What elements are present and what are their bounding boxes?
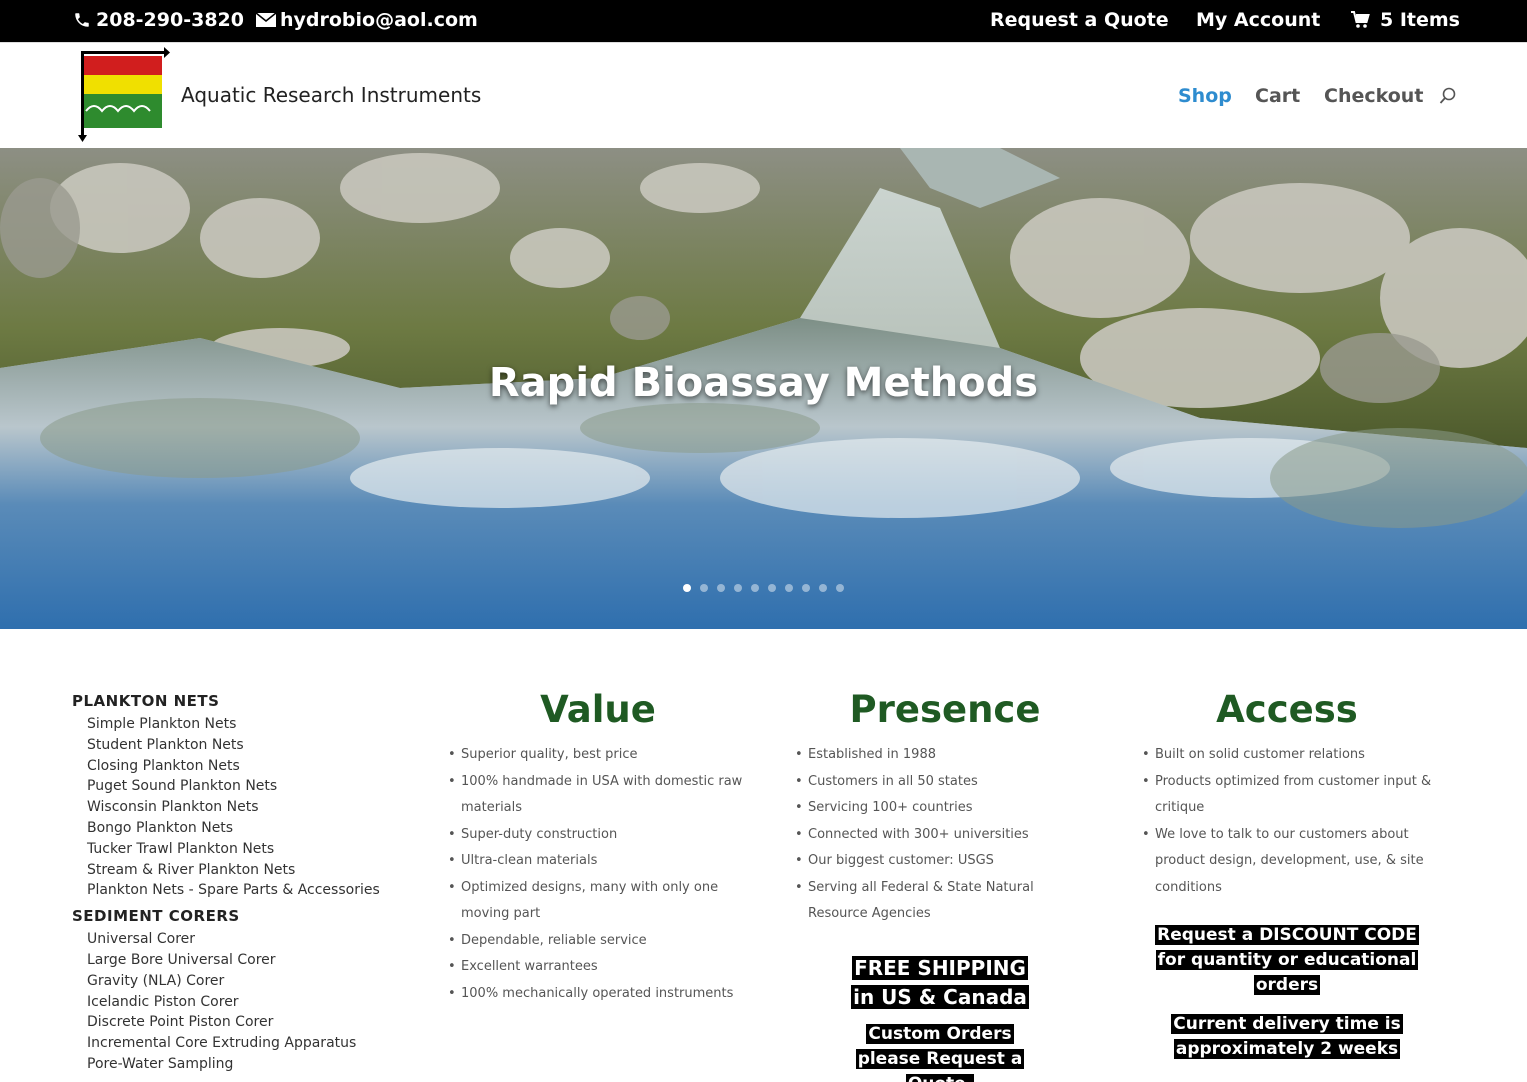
my-account-label: My Account xyxy=(1196,9,1321,31)
access-list: Built on solid customer relations Produc… xyxy=(1142,742,1432,901)
slider-pagination xyxy=(683,584,844,592)
custom-orders-callout[interactable]: Custom Orders please Request a Quote. xyxy=(795,1022,1085,1082)
category-list: Simple Plankton Nets Student Plankton Ne… xyxy=(87,714,412,901)
nav-shop[interactable]: Shop xyxy=(1178,85,1232,107)
list-item: Established in 1988 xyxy=(795,742,1085,769)
category-heading[interactable]: PLANKTON NETS xyxy=(72,692,412,710)
category-heading[interactable]: SEDIMENT CORERS xyxy=(72,907,412,925)
value-list: Superior quality, best price 100% handma… xyxy=(448,742,748,1007)
hero-title: Rapid Bioassay Methods xyxy=(488,360,1039,406)
list-item: Serving all Federal & State Natural Reso… xyxy=(795,875,1085,928)
slider-dot[interactable] xyxy=(768,584,776,592)
phone-number: 208-290-3820 xyxy=(96,9,244,31)
cart-count: 5 Items xyxy=(1380,9,1460,31)
search-icon[interactable] xyxy=(1439,87,1457,105)
list-item: 100% mechanically operated instruments xyxy=(448,981,748,1008)
hero-slider[interactable]: Rapid Bioassay Methods xyxy=(0,148,1527,629)
category-link[interactable]: Wisconsin Plankton Nets xyxy=(87,797,412,818)
category-link[interactable]: Large Bore Universal Corer xyxy=(87,950,412,971)
my-account-link[interactable]: My Account xyxy=(1196,9,1320,31)
category-link[interactable]: Pore-Water Sampling xyxy=(87,1054,412,1075)
custom-orders-text: Custom Orders please Request a Quote. xyxy=(855,1023,1025,1082)
list-item: Excellent warrantees xyxy=(448,954,748,981)
access-column: Access Built on solid customer relations… xyxy=(1142,686,1432,1062)
category-link[interactable]: Incremental Core Extruding Apparatus xyxy=(87,1033,412,1054)
top-bar: 208-290-3820 hydrobio@aol.com Request a … xyxy=(0,0,1527,42)
request-quote-link[interactable]: Request a Quote xyxy=(990,9,1169,31)
slider-dot[interactable] xyxy=(819,584,827,592)
delivery-time-text: Current delivery time is approximately 2… xyxy=(1171,1014,1403,1059)
slider-dot[interactable] xyxy=(785,584,793,592)
list-item: Customers in all 50 states xyxy=(795,769,1085,796)
category-link[interactable]: Gravity (NLA) Corer xyxy=(87,971,412,992)
request-quote-label: Request a Quote xyxy=(990,9,1169,31)
phone-link[interactable]: 208-290-3820 xyxy=(72,9,244,31)
discount-code-callout[interactable]: Request a DISCOUNT CODE for quantity or … xyxy=(1142,923,1432,998)
free-shipping-text: FREE SHIPPING in US & Canada xyxy=(851,955,1029,1009)
site-title[interactable]: Aquatic Research Instruments xyxy=(181,83,481,107)
category-link[interactable]: Discrete Point Piston Corer xyxy=(87,1012,412,1033)
category-link[interactable]: Student Plankton Nets xyxy=(87,735,412,756)
category-list: Universal Corer Large Bore Universal Cor… xyxy=(87,929,412,1075)
category-link[interactable]: Bongo Plankton Nets xyxy=(87,818,412,839)
list-item: 100% handmade in USA with domestic raw m… xyxy=(448,769,748,822)
slider-dot[interactable] xyxy=(734,584,742,592)
delivery-time-callout: Current delivery time is approximately 2… xyxy=(1142,1012,1432,1062)
slider-dot[interactable] xyxy=(802,584,810,592)
category-link[interactable]: Closing Plankton Nets xyxy=(87,756,412,777)
email-link[interactable]: hydrobio@aol.com xyxy=(256,9,478,31)
free-shipping-callout: FREE SHIPPING in US & Canada xyxy=(795,954,1085,1012)
access-heading: Access xyxy=(1216,688,1358,731)
list-item: Servicing 100+ countries xyxy=(795,795,1085,822)
envelope-icon xyxy=(256,10,276,30)
presence-list: Established in 1988 Customers in all 50 … xyxy=(795,742,1085,928)
site-header: Aquatic Research Instruments Shop Cart C… xyxy=(0,42,1527,148)
list-item: Products optimized from customer input &… xyxy=(1142,769,1432,822)
list-item: Ultra-clean materials xyxy=(448,848,748,875)
list-item: We love to talk to our customers about p… xyxy=(1142,822,1432,902)
product-categories-sidebar: PLANKTON NETS Simple Plankton Nets Stude… xyxy=(72,690,412,1081)
list-item: Built on solid customer relations xyxy=(1142,742,1432,769)
presence-heading: Presence xyxy=(849,688,1041,731)
nav-checkout[interactable]: Checkout xyxy=(1324,85,1423,107)
slider-dot[interactable] xyxy=(751,584,759,592)
value-heading: Value xyxy=(540,688,656,731)
slider-dot[interactable] xyxy=(683,584,691,592)
category-link[interactable]: Stream & River Plankton Nets xyxy=(87,860,412,881)
category-link[interactable]: Universal Corer xyxy=(87,929,412,950)
email-address: hydrobio@aol.com xyxy=(280,9,478,31)
category-link[interactable]: Plankton Nets - Spare Parts & Accessorie… xyxy=(87,880,412,901)
category-link[interactable]: Simple Plankton Nets xyxy=(87,714,412,735)
list-item: Superior quality, best price xyxy=(448,742,748,769)
list-item: Dependable, reliable service xyxy=(448,928,748,955)
category-link[interactable]: Icelandic Piston Corer xyxy=(87,992,412,1013)
cart-link[interactable]: 5 Items xyxy=(1350,9,1460,31)
presence-column: Presence Established in 1988 Customers i… xyxy=(795,686,1085,1082)
site-logo[interactable] xyxy=(78,47,173,142)
list-item: Our biggest customer: USGS xyxy=(795,848,1085,875)
slider-dot[interactable] xyxy=(836,584,844,592)
slider-dot[interactable] xyxy=(717,584,725,592)
phone-icon xyxy=(72,10,92,30)
nav-cart[interactable]: Cart xyxy=(1255,85,1300,107)
list-item: Optimized designs, many with only one mo… xyxy=(448,875,748,928)
category-link[interactable]: Tucker Trawl Plankton Nets xyxy=(87,839,412,860)
discount-code-text: Request a DISCOUNT CODE for quantity or … xyxy=(1155,925,1419,995)
value-column: Value Superior quality, best price 100% … xyxy=(448,686,748,1007)
list-item: Super-duty construction xyxy=(448,822,748,849)
list-item: Connected with 300+ universities xyxy=(795,822,1085,849)
cart-icon xyxy=(1350,10,1370,30)
category-link[interactable]: Puget Sound Plankton Nets xyxy=(87,776,412,797)
slider-dot[interactable] xyxy=(700,584,708,592)
